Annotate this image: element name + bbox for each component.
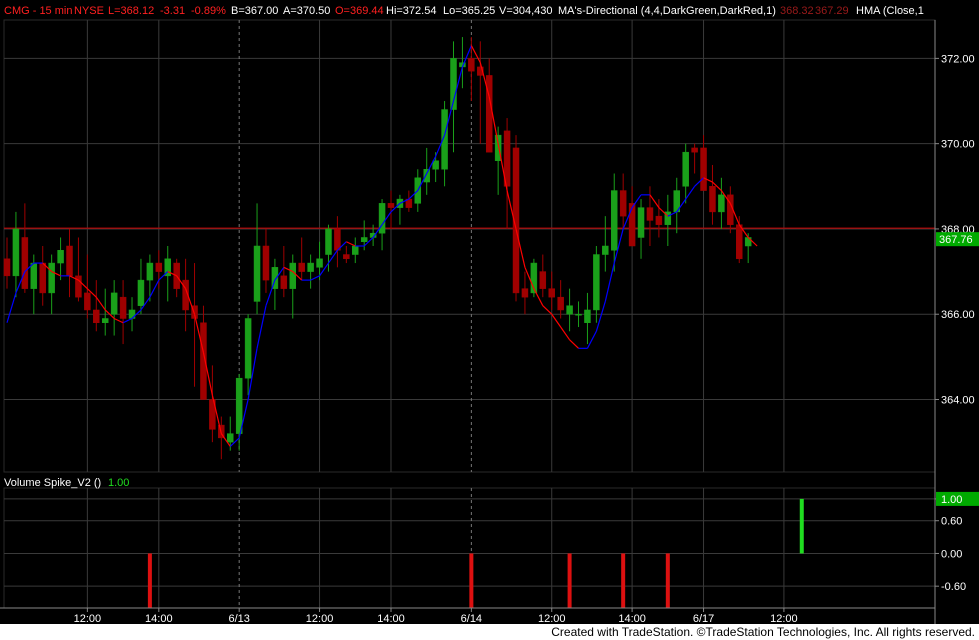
candle-body bbox=[227, 433, 234, 443]
footer-text: Created with TradeStation. ©TradeStation… bbox=[551, 625, 975, 639]
volume-spike-bar bbox=[665, 553, 670, 608]
candle-body bbox=[602, 245, 609, 255]
candle-body bbox=[718, 194, 725, 213]
candle-body bbox=[709, 186, 716, 213]
candle-body bbox=[57, 250, 64, 264]
candle-body bbox=[557, 296, 564, 311]
candle-body bbox=[101, 318, 109, 324]
candle-body bbox=[619, 190, 627, 217]
candle-body bbox=[610, 190, 618, 251]
volume-spike-bar bbox=[567, 553, 572, 608]
candle-body bbox=[289, 262, 297, 289]
candle-body bbox=[432, 160, 439, 170]
candle-body bbox=[628, 203, 636, 247]
candle-body bbox=[566, 305, 573, 315]
candle-body bbox=[146, 262, 154, 281]
candle-body bbox=[48, 262, 55, 294]
candle-body bbox=[155, 262, 163, 272]
header-exchange: NYSE bbox=[74, 5, 104, 17]
header-volume: V=304,430 bbox=[499, 5, 553, 17]
candle-body bbox=[110, 292, 118, 315]
price-tick-label: 366.00 bbox=[941, 309, 975, 321]
candle-body bbox=[280, 275, 288, 289]
candle-body bbox=[637, 207, 645, 238]
candle-body bbox=[468, 58, 475, 72]
volume-spike-bar bbox=[799, 498, 804, 554]
header-ma-value-2: 367.29 bbox=[815, 5, 849, 17]
candle-body bbox=[646, 207, 654, 221]
candle-body bbox=[325, 228, 332, 255]
candle-body bbox=[521, 288, 529, 298]
candle-body bbox=[343, 254, 350, 260]
candle-body bbox=[655, 215, 663, 225]
candle-body bbox=[575, 313, 582, 316]
spike-value-badge-text: 1.00 bbox=[941, 494, 962, 506]
lower-pane-title: Volume Spike_V2 () bbox=[4, 477, 101, 489]
lower-pane-value: 1.00 bbox=[108, 477, 129, 489]
volume-spike-bar bbox=[147, 553, 152, 608]
candle-body bbox=[84, 292, 91, 311]
candle-body bbox=[298, 262, 305, 272]
spike-tick-label: 0.60 bbox=[941, 516, 962, 528]
candle-body bbox=[334, 228, 341, 251]
price-tick-label: 370.00 bbox=[941, 139, 975, 151]
price-tick-label: 364.00 bbox=[941, 395, 975, 407]
candle-body bbox=[584, 309, 591, 324]
header-ma-value-1: 368.32 bbox=[780, 5, 814, 17]
candle-body bbox=[539, 271, 547, 289]
candle-body bbox=[387, 203, 395, 208]
candle-body bbox=[593, 254, 600, 311]
candle-body bbox=[244, 318, 252, 379]
volume-spike-bar bbox=[621, 553, 626, 608]
candle-body bbox=[316, 258, 323, 268]
candle-body bbox=[423, 168, 430, 183]
candle-body bbox=[253, 245, 261, 302]
header-change: -3.31 bbox=[160, 5, 185, 17]
candle-body bbox=[235, 377, 243, 434]
header-ask: A=370.50 bbox=[283, 5, 330, 17]
candle-body bbox=[352, 245, 359, 255]
header-hma-study: HMA (Close,1 bbox=[856, 5, 924, 17]
header-ma-study: MA's-Directional (4,4,DarkGreen,DarkRed,… bbox=[558, 5, 776, 17]
candle-body bbox=[3, 258, 11, 277]
candle-body bbox=[137, 279, 145, 306]
header-last: L=368.12 bbox=[108, 5, 154, 17]
header-low: Lo=365.25 bbox=[443, 5, 495, 17]
header-symbol: CMG - 15 min bbox=[4, 5, 72, 17]
header-bid: B=367.00 bbox=[231, 5, 278, 17]
candle-body bbox=[548, 288, 555, 298]
volume-spike-bar bbox=[469, 553, 474, 608]
candle-body bbox=[700, 147, 707, 191]
spike-tick-label: -0.60 bbox=[941, 581, 966, 593]
candle-body bbox=[360, 237, 368, 242]
candle-body bbox=[307, 262, 314, 272]
last-price-badge-text: 367.76 bbox=[939, 234, 973, 246]
header-change-pct: -0.89% bbox=[191, 5, 226, 17]
candle-body bbox=[736, 224, 743, 260]
candle-body bbox=[119, 296, 127, 319]
candle-body bbox=[682, 151, 689, 187]
candle-body bbox=[66, 245, 73, 277]
spike-tick-label: 0.00 bbox=[941, 548, 962, 560]
footer: Created with TradeStation. ©TradeStation… bbox=[0, 624, 979, 640]
header-high: Hi=372.54 bbox=[386, 5, 436, 17]
candle-body bbox=[39, 262, 46, 294]
candle-body bbox=[21, 237, 29, 289]
candle-body bbox=[262, 245, 270, 281]
candle-body bbox=[12, 228, 20, 277]
candle-body bbox=[691, 147, 698, 153]
candle-body bbox=[30, 262, 38, 289]
candle-body bbox=[93, 309, 100, 324]
price-chart[interactable]: CMG - 15 min NYSE L=368.12 -3.31 -0.89% … bbox=[0, 0, 979, 640]
header-open: O=369.44 bbox=[335, 5, 384, 17]
price-tick-label: 372.00 bbox=[941, 53, 975, 65]
